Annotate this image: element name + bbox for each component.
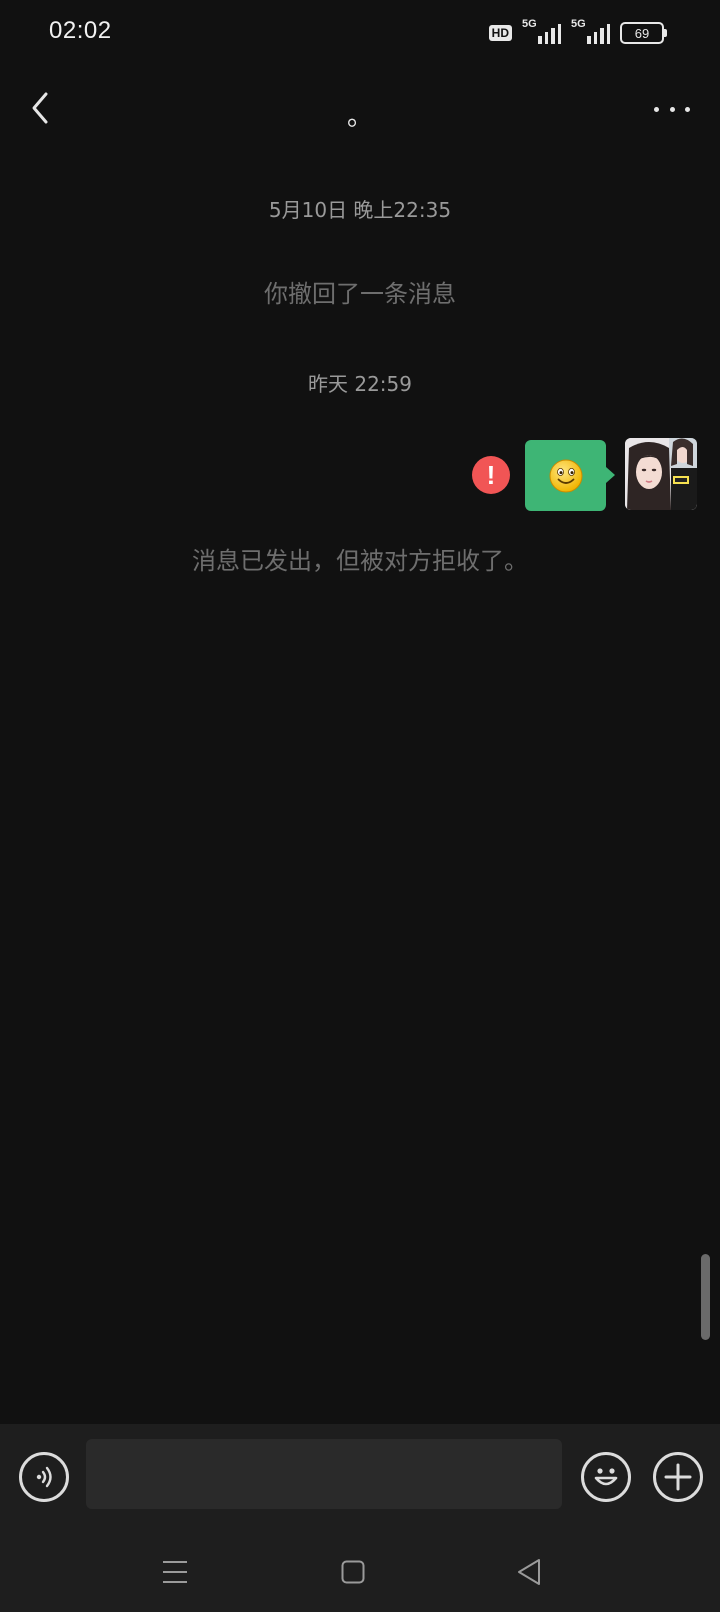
back-triangle-icon bbox=[518, 1559, 540, 1585]
voice-icon bbox=[36, 1466, 52, 1488]
sent-message-row: ! bbox=[0, 438, 720, 511]
home-icon bbox=[341, 1560, 365, 1584]
recall-notice: 你撤回了一条消息 bbox=[264, 280, 456, 308]
nav-menu-button[interactable] bbox=[162, 1560, 188, 1584]
battery-icon: 69 bbox=[620, 22, 667, 44]
scrollbar-thumb[interactable] bbox=[701, 1254, 710, 1340]
chat-header: 。 bbox=[0, 80, 720, 140]
message-timestamp: 昨天 22:59 bbox=[308, 372, 412, 396]
menu-icon bbox=[163, 1561, 187, 1583]
smiley-emoji-icon bbox=[549, 459, 582, 492]
voice-button[interactable] bbox=[19, 1452, 69, 1502]
message-timestamp: 5月10日 晚上22:35 bbox=[268, 198, 452, 222]
status-icons: HD 5G 5G 69 bbox=[488, 18, 667, 46]
status-bar: 02:02 HD 5G 5G 69 bbox=[0, 0, 720, 66]
send-failed-icon[interactable]: ! bbox=[472, 456, 510, 494]
plus-button[interactable] bbox=[653, 1452, 703, 1502]
signal-icon-2: 5G bbox=[571, 18, 610, 44]
hd-icon: HD bbox=[488, 25, 512, 41]
message-input[interactable] bbox=[86, 1439, 562, 1509]
emoji-button[interactable] bbox=[581, 1452, 631, 1502]
chat-title: 。 bbox=[346, 102, 373, 132]
rejected-notice: 消息已发出，但被对方拒收了。 bbox=[192, 547, 528, 575]
user-photo-icon bbox=[625, 438, 697, 510]
signal-icon-1: 5G bbox=[522, 18, 561, 44]
status-time: 02:02 bbox=[49, 17, 112, 44]
emoji-icon bbox=[594, 1468, 618, 1486]
more-options-button[interactable] bbox=[654, 102, 690, 116]
nav-home-button[interactable] bbox=[341, 1560, 365, 1584]
plus-icon bbox=[664, 1463, 692, 1491]
message-bubble[interactable] bbox=[525, 440, 615, 511]
avatar[interactable] bbox=[625, 438, 697, 510]
more-dots-icon bbox=[654, 106, 659, 112]
nav-back-button[interactable] bbox=[516, 1558, 542, 1586]
input-bar bbox=[0, 1424, 720, 1612]
